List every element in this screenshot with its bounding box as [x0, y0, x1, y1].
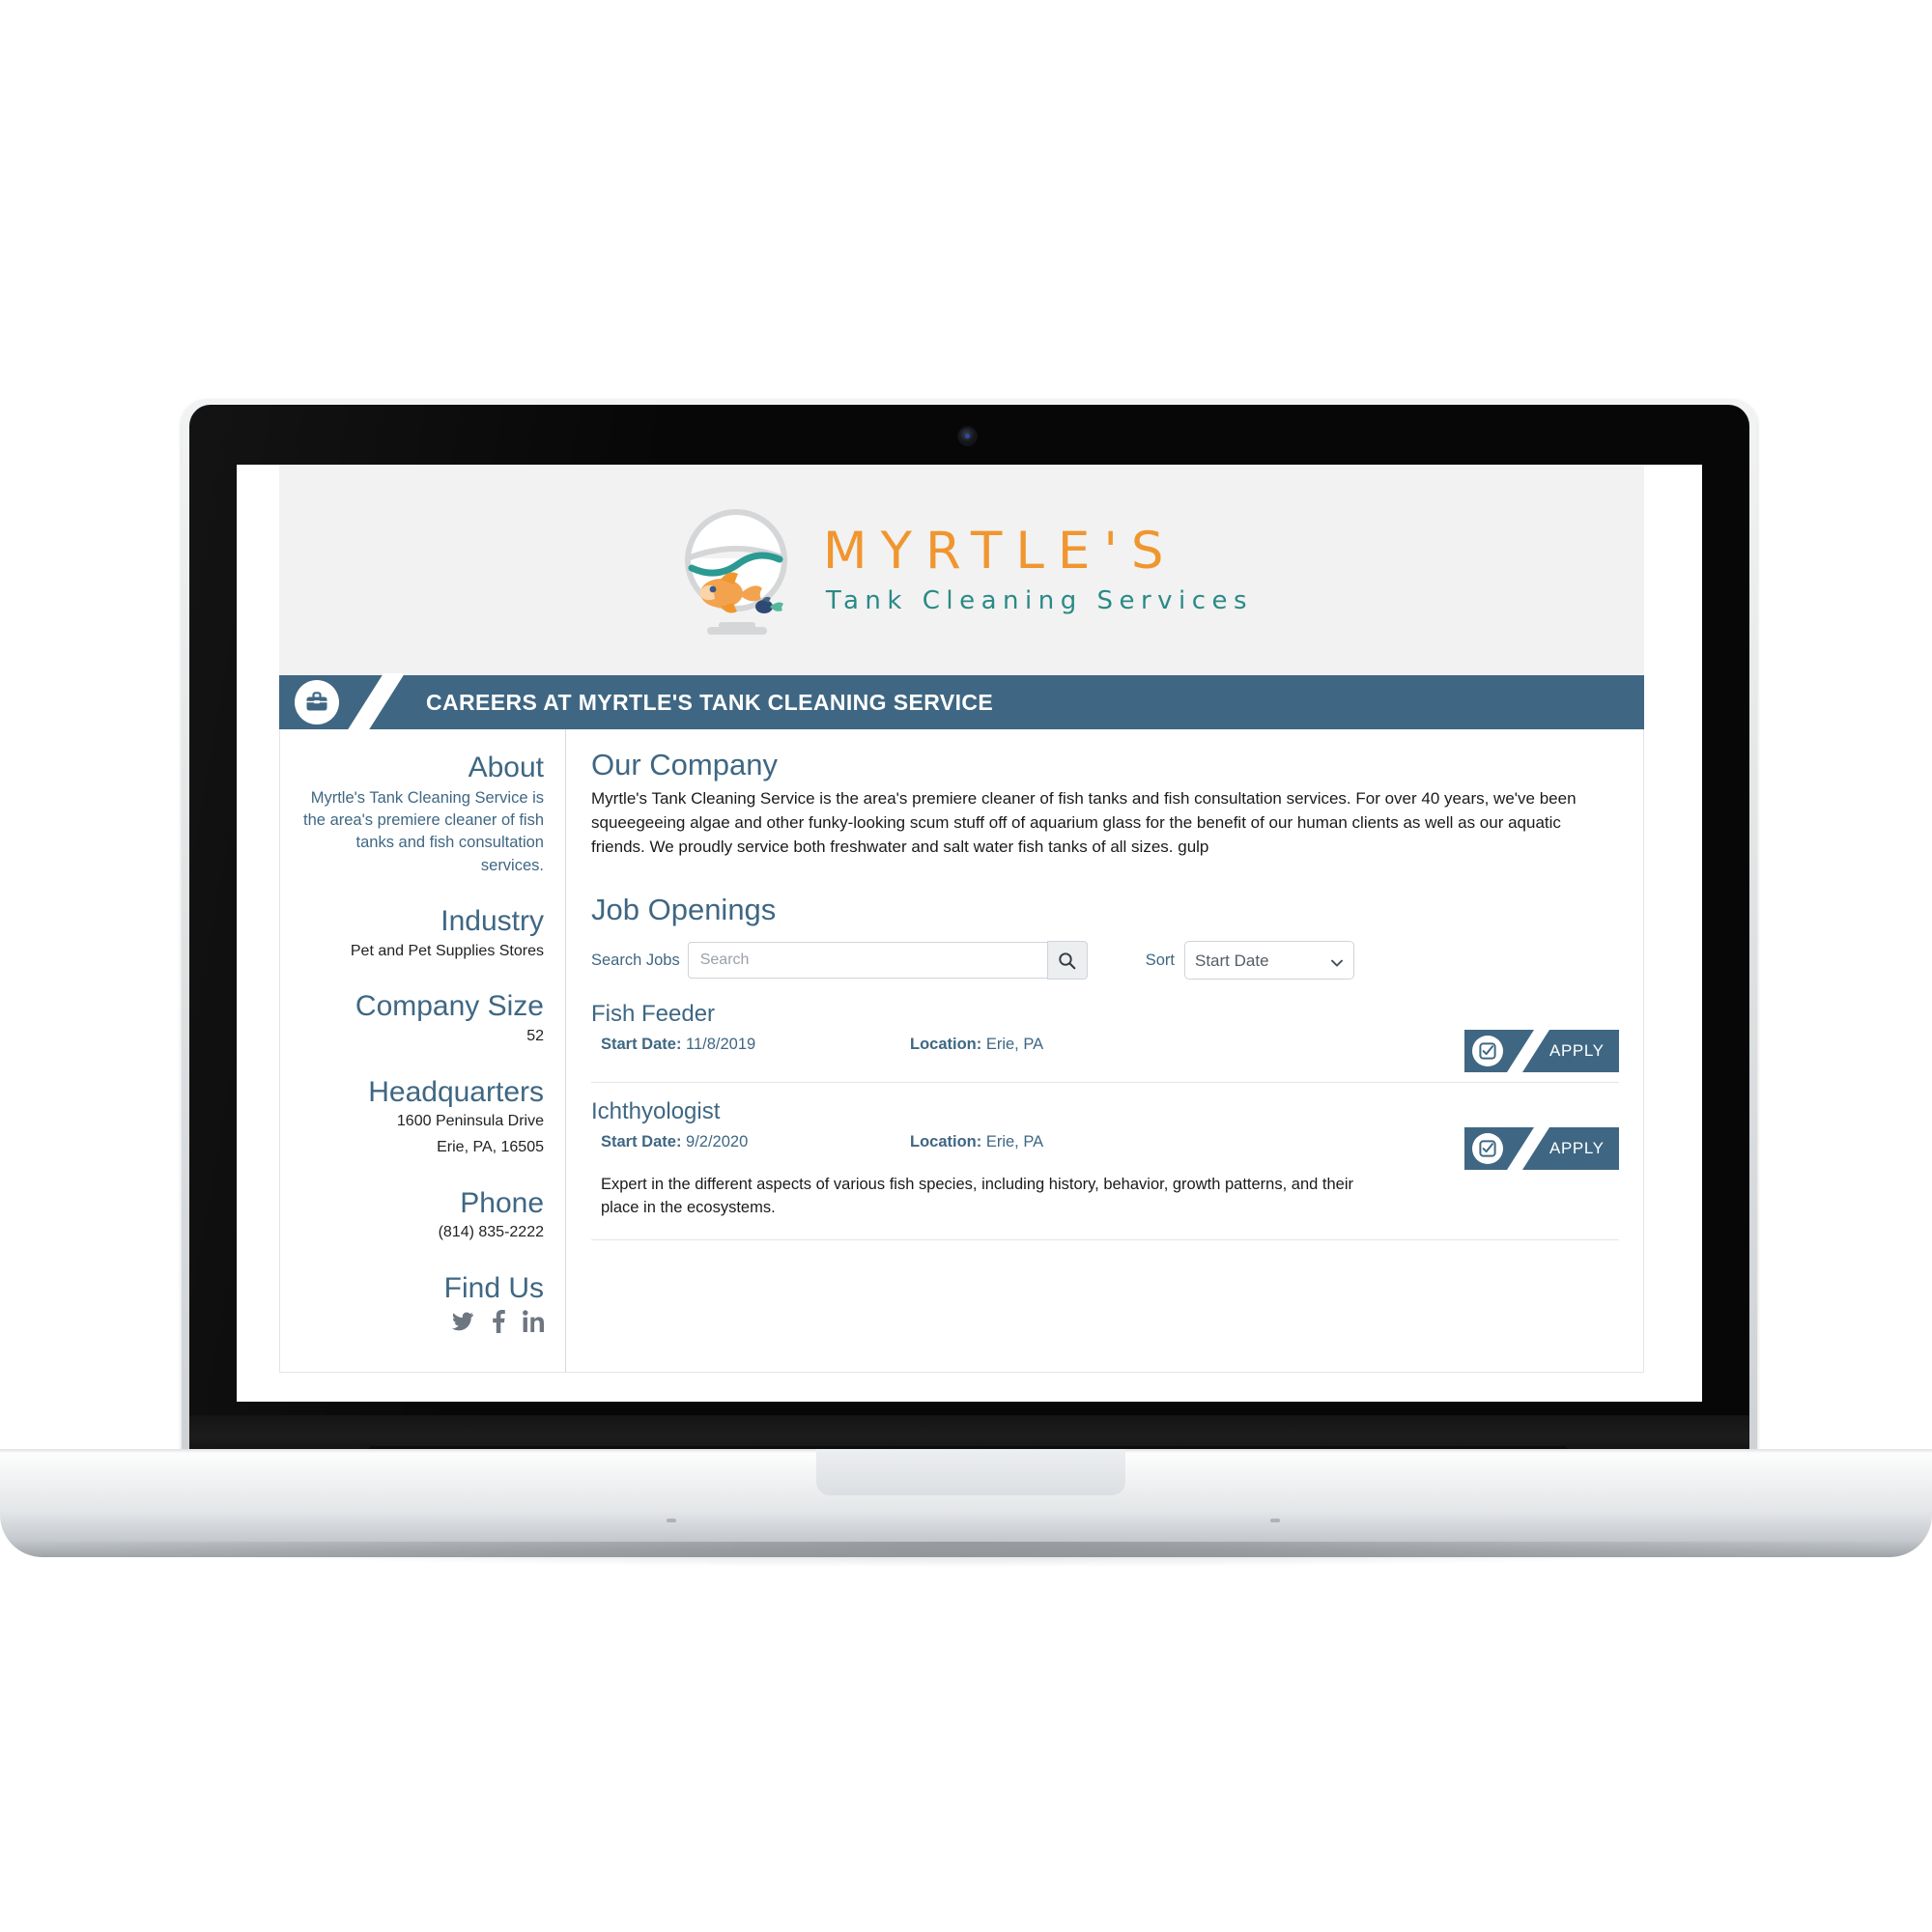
- job-meta: Start Date: 11/8/2019 Location: Erie, PA: [591, 1030, 1619, 1073]
- job-location-value: Erie, PA: [985, 1133, 1044, 1151]
- company-size-value: 52: [526, 1027, 544, 1044]
- job-list: Fish Feeder Start Date: 11/8/2019 Locati…: [591, 1001, 1619, 1240]
- job-openings-heading: Job Openings: [591, 893, 777, 927]
- social-links: [297, 1310, 544, 1338]
- search-button[interactable]: [1046, 941, 1088, 980]
- checkbox-clipboard-icon: [1472, 1036, 1503, 1067]
- logo-wordmark: MYRTLE'S Tank Cleaning Services: [823, 525, 1253, 616]
- phone-value: (814) 835-2222: [438, 1224, 544, 1241]
- industry-value: Pet and Pet Supplies Stores: [350, 942, 544, 959]
- linkedin-icon[interactable]: [523, 1310, 544, 1338]
- main-content: Our Company Myrtle's Tank Cleaning Servi…: [566, 729, 1644, 1373]
- search-icon: [1059, 952, 1076, 969]
- careers-banner-title: CAREERS AT MYRTLE'S TANK CLEANING SERVIC…: [426, 689, 994, 715]
- web-page: MYRTLE'S Tank Cleaning Services CAREERS …: [237, 465, 1702, 1402]
- job-start-date-value: 11/8/2019: [686, 1036, 756, 1054]
- laptop-base-notch: [816, 1449, 1125, 1495]
- job-meta: Start Date: 9/2/2020 Location: Erie, PA: [591, 1127, 1619, 1171]
- job-location-label: Location:: [910, 1036, 982, 1054]
- checkbox-clipboard-icon: [1472, 1133, 1503, 1165]
- apply-slash-decoration: [1507, 1030, 1549, 1073]
- headquarters-line1: 1600 Peninsula Drive: [396, 1113, 544, 1130]
- laptop-foot: [667, 1519, 676, 1522]
- content-body: About Myrtle's Tank Cleaning Service is …: [279, 729, 1644, 1373]
- find-us-heading: Find Us: [443, 1271, 544, 1304]
- twitter-icon[interactable]: [451, 1310, 474, 1338]
- apply-slash-decoration: [1507, 1127, 1549, 1171]
- job-location: Location: Erie, PA: [910, 1133, 1043, 1151]
- headquarters-line2: Erie, PA, 16505: [437, 1138, 544, 1155]
- facebook-icon[interactable]: [492, 1310, 505, 1338]
- job-title[interactable]: Fish Feeder: [591, 1001, 1619, 1028]
- search-input[interactable]: [687, 942, 1047, 980]
- fishbowl-icon: [670, 504, 802, 636]
- laptop-drop-shadow: [39, 1542, 1893, 1567]
- webcam-lens-dot: [965, 434, 970, 439]
- laptop-foot: [1270, 1519, 1280, 1522]
- job-listing: Fish Feeder Start Date: 11/8/2019 Locati…: [591, 1001, 1619, 1084]
- logo-brand: MYRTLE'S: [822, 521, 1178, 581]
- briefcase-icon: [295, 680, 339, 724]
- logo-tagline: Tank Cleaning Services: [825, 586, 1254, 616]
- laptop-screen: MYRTLE'S Tank Cleaning Services CAREERS …: [237, 465, 1702, 1402]
- apply-button-label: APPLY: [1549, 1139, 1605, 1158]
- about-heading: About: [468, 752, 544, 783]
- search-jobs-label: Search Jobs: [591, 951, 680, 969]
- job-start-date: Start Date: 9/2/2020: [601, 1133, 910, 1151]
- apply-button[interactable]: APPLY: [1464, 1127, 1619, 1171]
- job-location-value: Erie, PA: [985, 1036, 1044, 1054]
- company-sidebar: About Myrtle's Tank Cleaning Service is …: [279, 729, 566, 1373]
- screenshot-stage: MYRTLE'S Tank Cleaning Services CAREERS …: [0, 0, 1932, 1932]
- logo-band: MYRTLE'S Tank Cleaning Services: [279, 465, 1644, 675]
- job-filter-row: Search Jobs Sort Start Date: [591, 941, 1619, 980]
- about-text: Myrtle's Tank Cleaning Service is the ar…: [303, 788, 544, 874]
- job-listing: Ichthyologist Start Date: 9/2/2020 Locat…: [591, 1098, 1619, 1240]
- company-size-heading: Company Size: [355, 990, 544, 1023]
- job-location-label: Location:: [910, 1133, 982, 1151]
- apply-button-label: APPLY: [1549, 1041, 1605, 1061]
- sort-label: Sort: [1145, 951, 1175, 969]
- sort-select-wrap: Start Date: [1183, 941, 1354, 980]
- job-start-date-label: Start Date:: [601, 1036, 682, 1054]
- job-start-date: Start Date: 11/8/2019: [601, 1036, 910, 1054]
- sort-select[interactable]: Start Date: [1183, 941, 1354, 980]
- job-location: Location: Erie, PA: [910, 1036, 1043, 1054]
- headquarters-heading: Headquarters: [368, 1075, 544, 1108]
- job-description: Expert in the different aspects of vario…: [601, 1176, 1353, 1216]
- job-title[interactable]: Ichthyologist: [591, 1098, 1619, 1125]
- industry-heading: Industry: [440, 905, 544, 938]
- site-logo[interactable]: MYRTLE'S Tank Cleaning Services: [279, 465, 1644, 675]
- phone-heading: Phone: [460, 1186, 544, 1219]
- our-company-text: Myrtle's Tank Cleaning Service is the ar…: [591, 789, 1577, 857]
- careers-banner: CAREERS AT MYRTLE'S TANK CLEANING SERVIC…: [279, 673, 1644, 731]
- our-company-heading: Our Company: [591, 748, 778, 781]
- job-start-date-label: Start Date:: [601, 1133, 682, 1151]
- apply-button[interactable]: APPLY: [1464, 1030, 1619, 1073]
- banner-slash-decoration: [347, 673, 405, 731]
- job-start-date-value: 9/2/2020: [686, 1133, 749, 1151]
